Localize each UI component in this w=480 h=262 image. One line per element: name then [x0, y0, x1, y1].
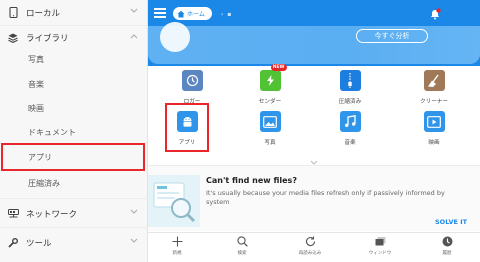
- bottom-toolbar: 新規 検索 再読み込み ウィンドウ 履歴: [148, 232, 480, 262]
- sidebar-item-music[interactable]: 音楽: [0, 72, 148, 97]
- phone-icon: [0, 7, 26, 18]
- breadcrumb-overflow[interactable]: › ▪: [221, 11, 232, 18]
- grid-item-sender[interactable]: NEW センダー: [240, 64, 300, 105]
- refresh-button[interactable]: 再読み込み: [290, 236, 330, 256]
- home-breadcrumb[interactable]: ホーム: [173, 7, 212, 20]
- music-icon: [339, 111, 361, 132]
- grid-item-music[interactable]: 音楽: [320, 111, 380, 146]
- sidebar-item-label: ローカル: [26, 8, 61, 19]
- search-button[interactable]: 検索: [222, 236, 262, 256]
- sender-icon: NEW: [259, 64, 287, 91]
- grid-item-cleaner[interactable]: クリーナー: [404, 70, 464, 105]
- storage-chart: [160, 22, 190, 52]
- chevron-down-icon[interactable]: [130, 237, 138, 247]
- wrench-icon: [0, 237, 26, 248]
- grid-item-video[interactable]: 映画: [404, 111, 464, 146]
- magnifier-illustration: [148, 175, 200, 227]
- sidebar-item-tools[interactable]: ツール: [0, 230, 148, 255]
- sidebar: ローカル ライブラリ 写真 音楽 映画 ドキュメント アプリ 圧縮済み ネットワ…: [0, 0, 148, 262]
- sidebar-item-label: ネットワーク: [26, 209, 78, 220]
- tip-card: Can't find new files? It's usually becau…: [148, 165, 480, 231]
- sidebar-item-network[interactable]: ネットワーク: [0, 201, 148, 226]
- zip-icon: [339, 70, 361, 91]
- grid-item-compressed[interactable]: 圧縮済み: [320, 70, 380, 105]
- logger-icon: [181, 70, 203, 91]
- sidebar-item-local[interactable]: ローカル: [0, 0, 148, 25]
- sidebar-item-label: ツール: [26, 238, 52, 249]
- image-icon: [259, 111, 281, 132]
- solve-it-button[interactable]: SOLVE IT: [435, 218, 467, 226]
- chevron-down-icon[interactable]: [130, 7, 138, 17]
- new-badge: NEW: [270, 64, 287, 71]
- sidebar-item-documents[interactable]: ドキュメント: [0, 120, 148, 145]
- search-icon: [236, 236, 248, 247]
- refresh-icon: [305, 236, 315, 247]
- apps-selection-highlight: [165, 103, 209, 152]
- plus-icon: [172, 236, 182, 247]
- sidebar-item-label: ライブラリ: [26, 33, 69, 44]
- chevron-down-icon[interactable]: [130, 208, 138, 218]
- history-icon: [442, 236, 452, 247]
- windows-icon: [375, 237, 385, 246]
- grid-item-logger[interactable]: ロガー: [162, 70, 222, 105]
- sidebar-item-compressed[interactable]: 圧縮済み: [0, 171, 148, 196]
- new-button[interactable]: 新規: [157, 236, 197, 256]
- history-button[interactable]: 履歴: [427, 236, 467, 256]
- sidebar-item-photos[interactable]: 写真: [0, 47, 148, 72]
- grid-item-photos[interactable]: 写真: [240, 111, 300, 146]
- sidebar-item-movies[interactable]: 映画: [0, 96, 148, 121]
- windows-button[interactable]: ウィンドウ: [360, 236, 400, 256]
- tip-title: Can't find new files?: [206, 176, 297, 185]
- notification-icon[interactable]: [428, 6, 442, 20]
- selection-highlight: [1, 143, 145, 171]
- storage-banner: 今すぐ分析: [148, 22, 480, 66]
- broom-icon: [423, 70, 445, 91]
- video-icon: [423, 111, 445, 132]
- chevron-up-icon[interactable]: [130, 32, 138, 42]
- network-icon: [0, 208, 26, 219]
- stack-icon: [0, 33, 26, 43]
- home-icon: [177, 10, 185, 17]
- menu-icon[interactable]: [154, 8, 166, 18]
- tip-text: It's usually because your media files re…: [206, 189, 445, 206]
- analyze-now-button[interactable]: 今すぐ分析: [356, 29, 428, 43]
- top-bar: ホーム › ▪: [148, 0, 480, 26]
- main-panel: ホーム › ▪ 今すぐ分析 ロガー NEW センダー 圧縮済み クリーナー アプ…: [148, 0, 480, 262]
